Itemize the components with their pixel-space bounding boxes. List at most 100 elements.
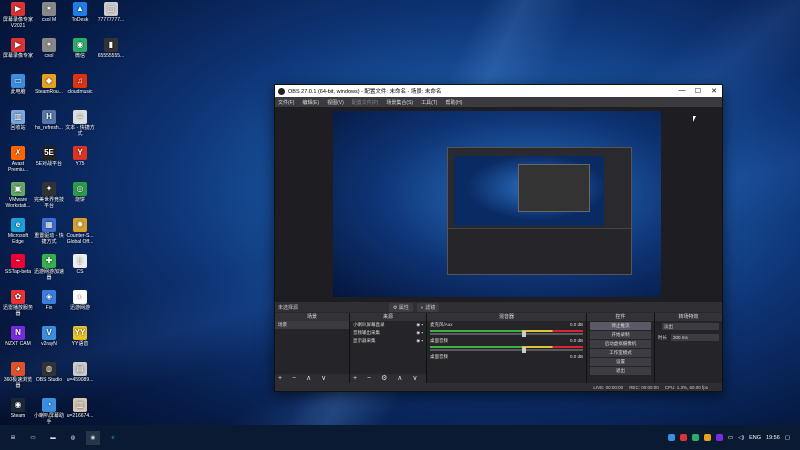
menu-item[interactable]: 视图(V) xyxy=(327,99,344,106)
desktop-app-icon: ▤ xyxy=(73,362,87,376)
desktop-icon[interactable]: ✗ Avast Premiu... xyxy=(2,146,34,173)
desktop-icon-label: Avast Premiu... xyxy=(7,161,28,173)
transition-type-select[interactable]: 淡出 xyxy=(662,323,719,330)
obs-window[interactable]: OBS 27.0.1 (64-bit, windows) - 配置文件: 未命名… xyxy=(274,84,723,392)
tray-app-icon[interactable] xyxy=(667,434,675,441)
desktop-icon[interactable]: ◉ 微信 xyxy=(64,38,96,59)
properties-button[interactable]: ⚙ 属性 xyxy=(389,302,413,312)
desktop-icon[interactable]: Vv2rayN xyxy=(33,326,65,347)
desktop-icon[interactable]: e Microsoft Edge xyxy=(2,218,34,245)
desktop-icon[interactable]: ◈ Fix xyxy=(33,290,65,311)
desktop-icon[interactable]: ✦ 完美世界竞技平台 xyxy=(33,182,65,209)
file-explorer-icon[interactable]: ▬ xyxy=(46,431,60,445)
desktop-icon[interactable]: ◉ Steam xyxy=(2,398,34,419)
start-recording-button[interactable]: 开始录制 xyxy=(590,331,651,339)
nested-obs-docks xyxy=(448,228,631,274)
desktop-icon[interactable]: ▶ 屏幕录像专家 xyxy=(2,38,34,59)
preview-canvas[interactable] xyxy=(333,111,661,297)
obs-preview-area[interactable] xyxy=(275,107,722,302)
desktop-icon[interactable]: ▯ CS xyxy=(64,254,96,275)
menu-item[interactable]: 配置文件(P) xyxy=(352,99,379,106)
desktop-icon[interactable]: ◐ 迅游网游 xyxy=(64,290,96,311)
desktop-icon[interactable]: ✶ csol xyxy=(33,38,65,59)
network-icon[interactable]: ▭ xyxy=(728,435,733,441)
stop-streaming-button[interactable]: 停止推流 xyxy=(590,322,651,330)
desktop-icon[interactable]: ◎ 烧饼 xyxy=(64,182,96,203)
menu-item[interactable]: 编辑(E) xyxy=(302,99,319,106)
desktop-icon[interactable]: ◔ 小喇叭屏幕助手 xyxy=(33,398,65,425)
desktop-icon[interactable]: ◆ SteamRou... xyxy=(33,74,65,95)
edge-taskbar-icon[interactable]: e xyxy=(106,431,120,445)
desktop-icon[interactable]: ✶ csol M xyxy=(33,2,65,23)
desktop-icon-label: cloudmusic xyxy=(67,89,93,95)
desktop-icon[interactable]: ✿ 迅雷播放服务器 xyxy=(2,290,34,317)
desktop-icon[interactable]: Hhs_refresh... xyxy=(33,110,65,131)
obs-logo-icon xyxy=(278,87,285,95)
clock[interactable]: 19:56 xyxy=(766,435,780,441)
windows-start-icon[interactable]: ⊞ xyxy=(6,431,20,445)
scenes-dock-title: 场景 xyxy=(275,313,349,321)
desktop-icon[interactable]: ♫ cloudmusic xyxy=(64,74,96,95)
maximize-button[interactable]: ☐ xyxy=(690,87,706,95)
task-view-icon[interactable]: ▭ xyxy=(26,431,40,445)
desktop-icon[interactable]: ▤ u=459089... xyxy=(64,362,96,383)
desktop-icon[interactable]: ▲ ToDesk xyxy=(64,2,96,23)
tray-app-icon[interactable] xyxy=(715,434,723,441)
desktop-icon[interactable]: ▥ 回收站 xyxy=(2,110,34,131)
sources-footer-buttons[interactable]: + − ⚙ ∧ ∨ xyxy=(350,374,426,383)
duration-input[interactable]: 300 ms xyxy=(671,334,719,341)
volume-icon[interactable]: ◁) xyxy=(738,435,744,441)
close-button[interactable]: ✕ xyxy=(706,87,722,95)
eye-lock-icon[interactable]: ◉ ▪ xyxy=(416,321,423,329)
live-time: LIVE: 00:00:00 xyxy=(593,384,624,390)
desktop-icon[interactable]: ▢ 77777777... xyxy=(95,2,127,23)
volume-slider[interactable] xyxy=(430,331,583,337)
language-indicator[interactable]: ENG xyxy=(749,435,761,441)
volume-slider[interactable] xyxy=(430,347,583,353)
notification-icon[interactable]: ▢ xyxy=(785,435,790,441)
desktop-icon[interactable]: ⌁ SSTap-beta xyxy=(2,254,34,275)
menu-item[interactable]: 帮助(H) xyxy=(445,99,462,106)
desktop-icon[interactable]: ◍ OBS Studio xyxy=(33,362,65,383)
taskbar-app-icon[interactable]: ◍ xyxy=(66,431,80,445)
minimize-button[interactable]: — xyxy=(674,87,690,95)
desktop-icon[interactable]: YY YY语音 xyxy=(64,326,96,347)
obs-taskbar-icon[interactable]: ◉ xyxy=(86,430,100,445)
menu-item[interactable]: 文件(F) xyxy=(278,99,294,106)
scenes-footer-buttons[interactable]: + − ∧ ∨ xyxy=(275,374,349,383)
source-item[interactable]: 音频输出采集 ◉ ▪ xyxy=(350,329,426,337)
desktop-icon[interactable]: ◕ 360极速浏览器 xyxy=(2,362,34,389)
exit-button[interactable]: 退出 xyxy=(590,367,651,375)
desktop-icon-label: 屏幕录像专家 xyxy=(2,53,33,59)
desktop-icon[interactable]: ▶ 屏幕录像专家V2021 xyxy=(2,2,34,29)
menu-item[interactable]: 场景集合(S) xyxy=(386,99,413,106)
desktop-app-icon: ◆ xyxy=(42,74,56,88)
desktop-icon[interactable]: ▣ VMware Workstati... xyxy=(2,182,34,209)
obs-titlebar[interactable]: OBS 27.0.1 (64-bit, windows) - 配置文件: 未命名… xyxy=(275,85,722,97)
desktop-icon[interactable]: ▥ u=216674... xyxy=(64,398,96,419)
studio-mode-button[interactable]: 工作室模式 xyxy=(590,349,651,357)
eye-lock-icon[interactable]: ◉ ▪ xyxy=(416,329,423,337)
desktop-icon[interactable]: Y Y75 xyxy=(64,146,96,167)
eye-lock-icon[interactable]: ◉ ▪ xyxy=(416,337,423,345)
tray-app-icon[interactable] xyxy=(679,434,687,441)
desktop-icon[interactable]: 5E 5E对战平台 xyxy=(33,146,65,167)
virtual-camera-button[interactable]: 启动虚拟摄像机 xyxy=(590,340,651,348)
desktop-icon[interactable]: N NZXT CAM xyxy=(2,326,34,347)
source-item[interactable]: 显示器采集 ◉ ▪ xyxy=(350,337,426,345)
desktop-icon[interactable]: ▭ 此电脑 xyxy=(2,74,34,95)
settings-button[interactable]: 设置 xyxy=(590,358,651,366)
menu-item[interactable]: 工具(T) xyxy=(421,99,437,106)
transition-type-field[interactable]: 淡出 xyxy=(655,321,722,332)
desktop-icon[interactable]: ▦ 重置驱动 - 快捷方式 xyxy=(33,218,65,245)
desktop-icon[interactable]: ✺ Counter-S... Global Off... xyxy=(64,218,96,245)
scene-item[interactable]: 场景 xyxy=(275,321,349,329)
desktop-icon[interactable]: ≡ 文本 - 快捷方式 xyxy=(64,110,96,137)
source-item[interactable]: 小喇叭屏幕直录 ◉ ▪ xyxy=(350,321,426,329)
tray-app-icon[interactable] xyxy=(691,434,699,441)
desktop-icon[interactable]: ✚ 迅游网游加速器 xyxy=(33,254,65,281)
desktop-icon-label: 烧饼 xyxy=(74,197,85,203)
tray-app-icon[interactable] xyxy=(703,434,711,441)
filters-button[interactable]: ◐ 滤镜 xyxy=(416,302,440,312)
desktop-icon[interactable]: ▮ 65555555... xyxy=(95,38,127,59)
